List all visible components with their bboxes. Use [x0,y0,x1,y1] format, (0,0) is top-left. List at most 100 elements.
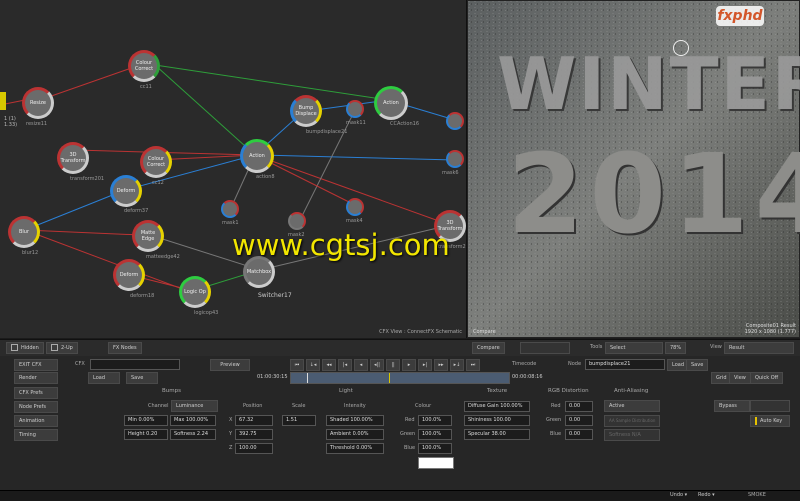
hidden-toggle[interactable]: Hidden [6,342,44,354]
diffuse-gain-field[interactable]: Diffuse Gain 100.00% [464,401,530,412]
timeline-playhead[interactable] [307,373,308,383]
viewer-title-line1: WINTER [497,42,800,126]
prev-key-button[interactable]: ◂◂ [322,359,336,371]
compare-button[interactable]: Compare [472,342,505,354]
node-name-field[interactable]: bumpdisplace21 [585,359,665,370]
schematic-view[interactable]: 1 (1) 1.33) Resize resize11 Colour Corre… [0,0,467,338]
node-mask-4[interactable] [346,198,364,216]
save-button[interactable]: Save [126,372,158,384]
node-3d-transform[interactable]: 3D Transform [57,142,89,174]
colour-swatch[interactable] [418,457,454,469]
chevron-down-icon: ▾ [684,492,688,498]
bypass-dropdown[interactable] [750,400,790,412]
play-back-button[interactable]: ◂|| [370,359,384,371]
step-back-button[interactable]: ◂ [354,359,368,371]
play-button[interactable]: ▸ [402,359,416,371]
node-save-button[interactable]: Save [686,359,709,371]
redo-button[interactable]: Redo ▾ [698,492,715,498]
node-label: deform18 [130,293,155,299]
position-z-field[interactable]: 100.00 [235,443,273,454]
aa-active-button[interactable]: Active [604,400,660,412]
height-field[interactable]: Height 0.20 [124,429,168,440]
aa-sample-button[interactable]: AA Sample Distribution [604,415,660,427]
node-mask-6[interactable] [446,150,464,168]
shininess-field[interactable]: Shininess 100.00 [464,415,530,426]
stop-button[interactable]: || [386,359,400,371]
rgb-blue-field[interactable]: 0.00 [565,429,593,440]
position-y-field[interactable]: 392.75 [235,429,273,440]
colour-red-field[interactable]: 100.0% [418,415,452,426]
zoom-dropdown[interactable]: 78% [665,342,687,354]
min-field[interactable]: Min 0.00% [124,415,168,426]
threshold-field[interactable]: Threshold 0.00% [326,443,384,454]
node-logic-op[interactable]: Logic Op [179,276,211,308]
position-x-field[interactable]: 67.32 [235,415,273,426]
goto-end-button[interactable]: ⏭ [466,359,480,371]
compare-dropdown[interactable] [520,342,570,354]
layout-dropdown[interactable]: 2-Up [46,342,78,354]
rgb-red-field[interactable]: 0.00 [565,401,593,412]
view-dropdown[interactable]: Result [724,342,794,354]
viewer-bottom-left: Compare [473,329,496,335]
step-forward-button[interactable]: ▸| [418,359,432,371]
aa-softness-button[interactable]: Softness N/A [604,429,660,441]
cfx-name-field[interactable] [90,359,180,370]
specular-field[interactable]: Specular 38.00 [464,429,530,440]
render-button[interactable]: Render [14,372,58,384]
scale-value: 1.51 [286,417,298,423]
timeline-marker [389,373,390,383]
node-mask-1[interactable] [221,200,239,218]
image-viewer[interactable]: WINTER 2014 fxphd Compare Composite01 Re… [467,0,800,338]
timing-button[interactable]: Timing [14,429,58,441]
save-label: Save [131,375,144,381]
node-colour-correct[interactable]: Colour Correct [128,50,160,82]
quick-off-button[interactable]: Quick Off [750,372,784,384]
colour-blue-field[interactable]: 100.0% [418,443,452,454]
tools-value: Select [610,345,626,351]
node-deform[interactable]: Deform [110,175,142,207]
node-blur[interactable]: Blur [8,216,40,248]
softness-field[interactable]: Softness 2.24 [170,429,216,440]
timeline-bar[interactable] [290,372,510,384]
viewer-info: Composite01 Result 1920 x 1080 (1.777) [744,323,796,335]
jump-back-button[interactable]: |◂ [338,359,352,371]
preview-button[interactable]: Preview [210,359,250,371]
shaded-field[interactable]: Shaded 100.00% [326,415,384,426]
rgb-green-field[interactable]: 0.00 [565,415,593,426]
scale-field[interactable]: 1.51 [282,415,316,426]
undo-button[interactable]: Undo ▾ [670,492,687,498]
view-button[interactable]: View [729,372,751,384]
node-action[interactable]: Action [240,139,274,173]
node-mask-3[interactable] [446,112,464,130]
animation-button[interactable]: Animation [14,415,58,427]
step-back-key-button[interactable]: ↓◂ [306,359,320,371]
node-matte-edge[interactable]: Matte Edge [132,220,164,252]
node-mask-11[interactable] [346,100,364,118]
fx-nodes-button[interactable]: FX Nodes [108,342,142,354]
next-key-button[interactable]: ▸▸ [434,359,448,371]
tools-dropdown[interactable]: Select [605,342,663,354]
node-colour-correct-2[interactable]: Colour Correct [140,146,172,178]
bumps-header: Bumps [162,388,181,394]
exit-cfx-button[interactable]: EXIT CFX [14,359,58,371]
cfx-prefs-button[interactable]: CFX Prefs [14,387,58,399]
ambient-field[interactable]: Ambient 0.00% [326,429,384,440]
node-label: mask11 [346,120,366,126]
goto-start-button[interactable]: ⏮ [290,359,304,371]
viewer-title-line2: 2014 [507,130,800,258]
node-resize[interactable]: Resize [22,87,54,119]
x-label: X [229,417,233,423]
channel-dropdown[interactable]: Luminance [171,400,218,412]
node-prefs-button[interactable]: Node Prefs [14,401,58,413]
grid-label: Grid [716,375,727,381]
step-forward-key-button[interactable]: ▸↓ [450,359,464,371]
node-deform-2[interactable]: Deform [113,259,145,291]
tools-label: Tools [590,344,603,350]
auto-key-toggle[interactable]: Auto Key [750,415,790,427]
node-action-2[interactable]: Action [374,86,408,120]
bypass-button[interactable]: Bypass [714,400,750,412]
load-button[interactable]: Load [88,372,120,384]
max-field[interactable]: Max 100.00% [170,415,216,426]
node-bump-displace[interactable]: Bump Displace [290,95,322,127]
colour-green-field[interactable]: 100.0% [418,429,452,440]
